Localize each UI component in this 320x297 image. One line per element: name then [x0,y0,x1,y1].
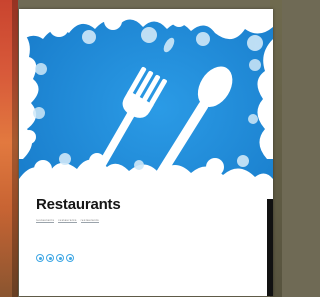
info-icon[interactable] [66,254,74,262]
adjacent-card-edge [267,199,273,296]
left-neighbor-card[interactable] [0,0,18,297]
restaurants-card[interactable]: Restaurants restaurants restaurants rest… [19,9,273,296]
card-title: Restaurants [36,196,121,213]
tag-link[interactable]: restaurants [80,219,99,223]
action-icons [36,254,74,262]
screen: Restaurants restaurants restaurants rest… [0,0,282,297]
card-text-area: Restaurants restaurants restaurants rest… [19,184,273,296]
play-icon[interactable] [56,254,64,262]
share-icon[interactable] [36,254,44,262]
web-icon[interactable] [46,254,54,262]
tag-link[interactable]: restaurants [58,219,77,223]
tag-link[interactable]: restaurants [36,219,55,223]
tag-list: restaurants restaurants restaurants [36,219,99,223]
